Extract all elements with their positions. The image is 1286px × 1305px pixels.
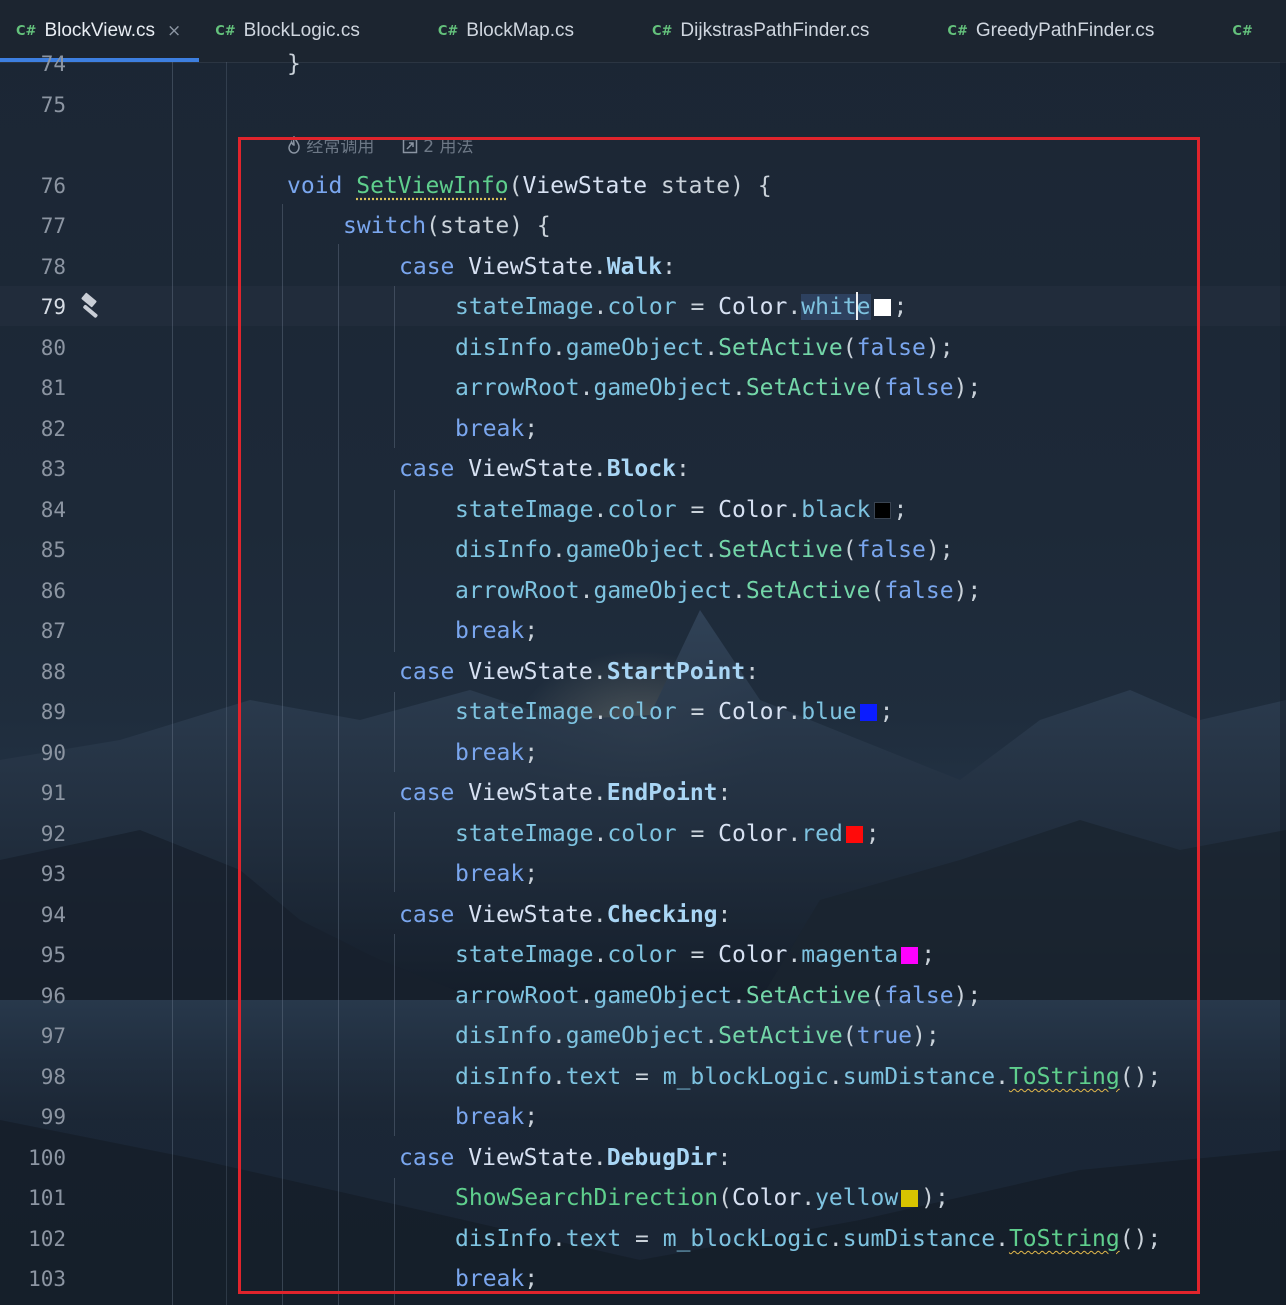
line-number[interactable]: 102 xyxy=(0,1219,66,1259)
line-number[interactable]: 99 xyxy=(0,1097,66,1137)
tab-label: BlockMap.cs xyxy=(466,20,574,41)
line-number[interactable]: 81 xyxy=(0,368,66,408)
line-number[interactable]: 98 xyxy=(0,1057,66,1097)
code-line-74: } xyxy=(287,51,301,77)
tab-blocklogic[interactable]: C# BlockLogic.cs xyxy=(199,0,422,62)
line-number[interactable]: 80 xyxy=(0,328,66,368)
csharp-file-icon: C# xyxy=(16,23,37,39)
line-number[interactable]: 77 xyxy=(0,206,66,246)
csharp-file-icon: C# xyxy=(1232,23,1253,39)
line-number[interactable]: 100 xyxy=(0,1138,66,1178)
line-number[interactable]: 87 xyxy=(0,611,66,651)
line-number[interactable]: 93 xyxy=(0,854,66,894)
csharp-file-icon: C# xyxy=(437,23,459,39)
hammer-icon[interactable] xyxy=(76,292,106,322)
line-number[interactable]: 95 xyxy=(0,935,66,975)
tab-label: BlockLogic.cs xyxy=(243,20,360,41)
line-number[interactable]: 82 xyxy=(0,409,66,449)
line-number[interactable]: 84 xyxy=(0,490,66,530)
line-number[interactable]: 101 xyxy=(0,1178,66,1218)
line-number[interactable]: 97 xyxy=(0,1016,66,1056)
close-icon[interactable]: × xyxy=(167,21,181,41)
line-number[interactable]: 91 xyxy=(0,773,66,813)
line-number[interactable]: 74 xyxy=(0,44,66,84)
highlight-box xyxy=(238,137,1200,1294)
tab-dijkstras-path-finder[interactable]: C# DijkstrasPathFinder.cs xyxy=(636,0,931,62)
code-folding-divider xyxy=(226,62,227,1305)
line-number[interactable]: 83 xyxy=(0,449,66,489)
line-number[interactable]: 103 xyxy=(0,1259,66,1299)
tab-greedy-path-finder[interactable]: C# GreedyPathFinder.cs xyxy=(931,0,1216,62)
line-number[interactable]: 88 xyxy=(0,652,66,692)
csharp-file-icon: C# xyxy=(651,23,673,39)
tab-label: GreedyPathFinder.cs xyxy=(975,20,1155,41)
line-number[interactable]: 96 xyxy=(0,976,66,1016)
line-number[interactable]: 89 xyxy=(0,692,66,732)
scrollbar-track[interactable] xyxy=(1280,62,1286,1305)
line-number[interactable]: 86 xyxy=(0,571,66,611)
line-number[interactable]: 76 xyxy=(0,166,66,206)
line-number[interactable]: 94 xyxy=(0,895,66,935)
line-number[interactable]: 92 xyxy=(0,814,66,854)
csharp-file-icon: C# xyxy=(947,23,968,39)
tab-label: DijkstrasPathFinder.cs xyxy=(680,20,870,41)
line-number[interactable]: 85 xyxy=(0,530,66,570)
line-number[interactable]: 79 xyxy=(0,287,66,327)
tab-overflow[interactable]: C# xyxy=(1216,0,1278,62)
tab-label: BlockView.cs xyxy=(44,20,155,41)
line-number[interactable]: 75 xyxy=(0,85,66,125)
line-number[interactable]: 90 xyxy=(0,733,66,773)
editor-tab-bar: C# BlockView.cs × C# BlockLogic.cs C# Bl… xyxy=(0,0,1286,63)
csharp-file-icon: C# xyxy=(215,23,236,39)
tab-blockmap[interactable]: C# BlockMap.cs xyxy=(422,0,636,62)
line-number[interactable]: 78 xyxy=(0,247,66,287)
